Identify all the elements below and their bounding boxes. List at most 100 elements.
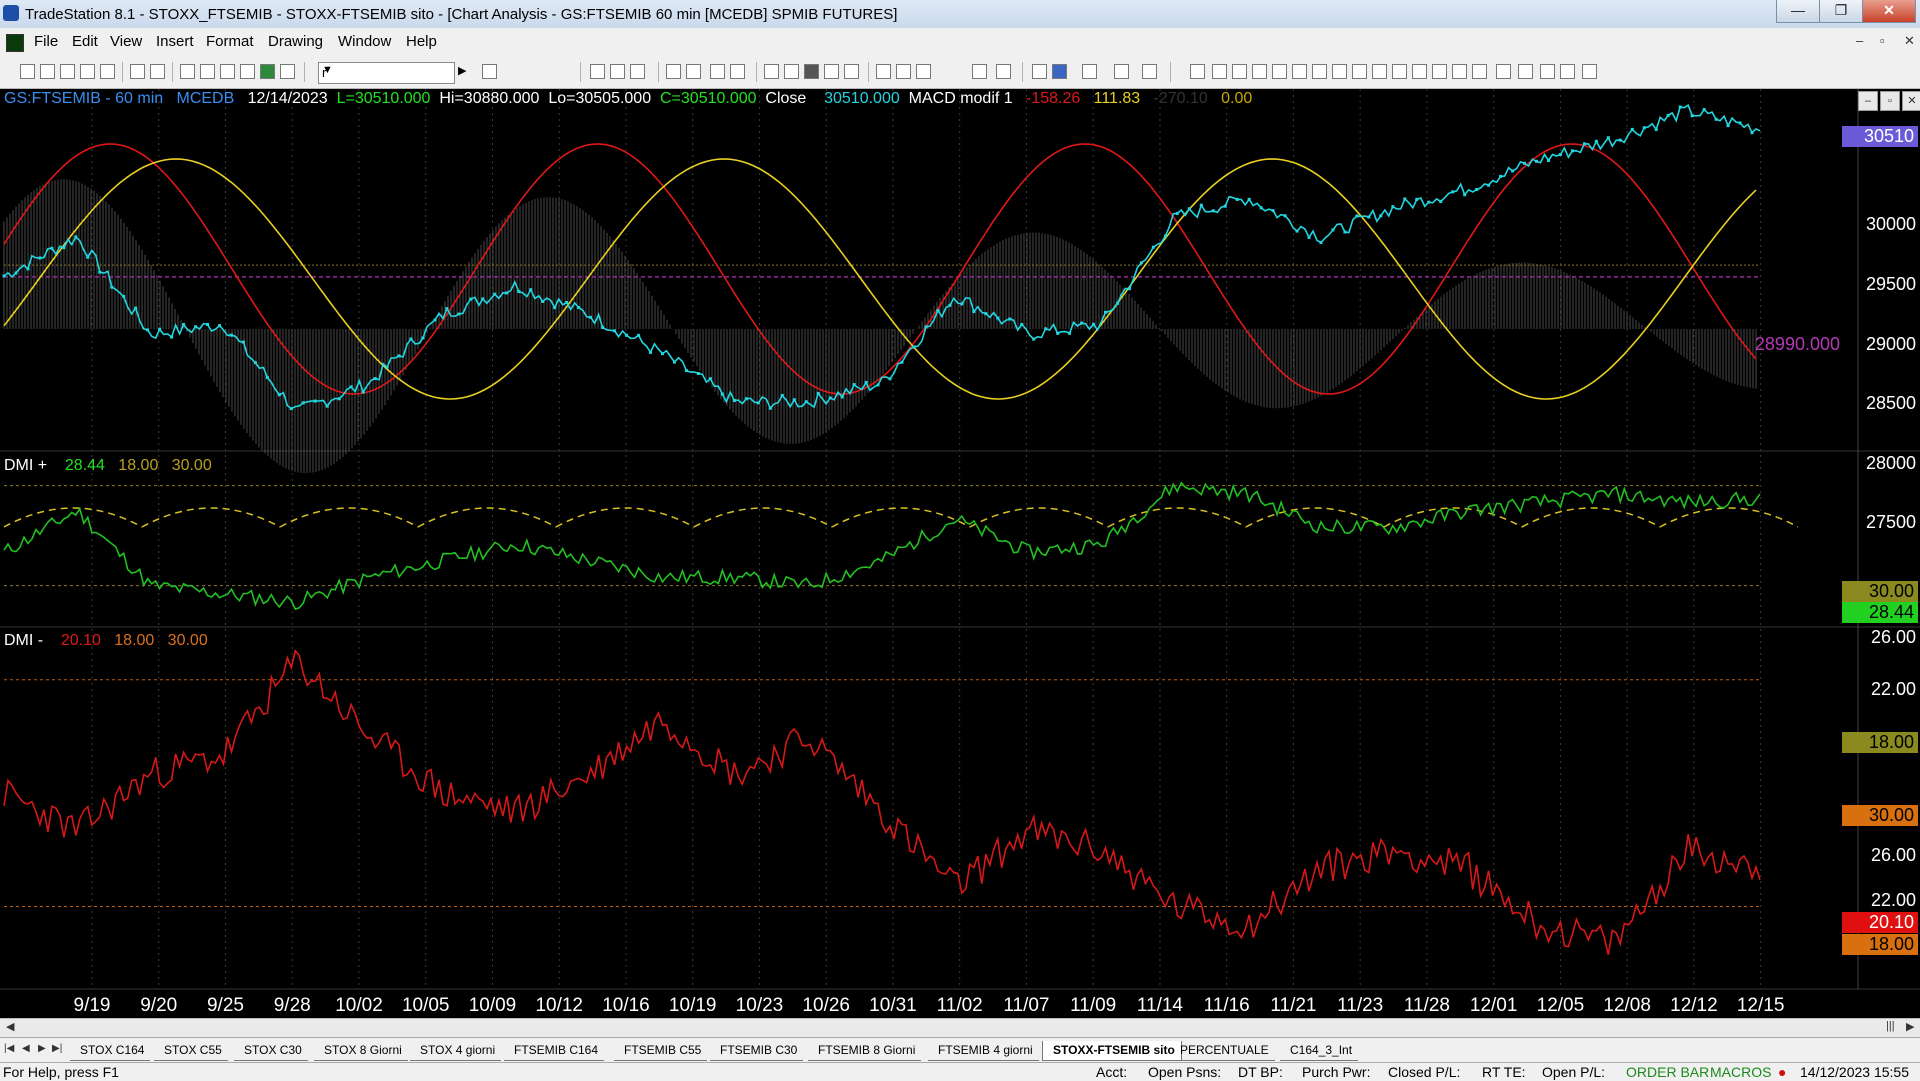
select-icon[interactable] bbox=[1052, 64, 1067, 79]
horizontal-line-icon[interactable] bbox=[1212, 64, 1227, 79]
pen-icon[interactable] bbox=[240, 64, 255, 79]
open-workspace-icon[interactable] bbox=[80, 64, 95, 79]
fibonacci-icon[interactable] bbox=[1232, 64, 1247, 79]
menu-window[interactable]: Window bbox=[338, 33, 391, 50]
window-icon[interactable] bbox=[710, 64, 725, 79]
cut-icon[interactable] bbox=[180, 64, 195, 79]
macros-button[interactable]: MACROS bbox=[1710, 1064, 1771, 1080]
mdi-restore-button[interactable]: ▫ bbox=[1880, 33, 1885, 48]
search-icon[interactable] bbox=[482, 64, 497, 79]
tab-ftsemib-4-giorni[interactable]: FTSEMIB 4 giorni bbox=[928, 1041, 1039, 1061]
maximize-button[interactable]: ❐ bbox=[1819, 0, 1863, 23]
order-bar-button[interactable]: ORDER BAR bbox=[1626, 1064, 1709, 1080]
horizontal-scrollbar[interactable]: ◀ ||| ▶ bbox=[0, 1018, 1920, 1037]
cycle-icon[interactable] bbox=[1372, 64, 1387, 79]
pointer-icon[interactable] bbox=[1032, 64, 1047, 79]
curve-icon[interactable] bbox=[1472, 64, 1487, 79]
rectangle-icon[interactable] bbox=[1560, 64, 1575, 79]
chart-icon[interactable] bbox=[590, 64, 605, 79]
zoom-out-icon[interactable] bbox=[996, 64, 1011, 79]
tab-stoxx-ftsemib-sito[interactable]: STOXX-FTSEMIB sito bbox=[1042, 1041, 1182, 1061]
tab-stox-c30[interactable]: STOX C30 bbox=[234, 1041, 308, 1061]
channel-icon[interactable] bbox=[1252, 64, 1267, 79]
tab-prev-icon[interactable]: ◀ bbox=[22, 1043, 30, 1054]
scroll-right-icon[interactable]: ▶ bbox=[1906, 1020, 1914, 1033]
zoom-in-icon[interactable] bbox=[972, 64, 987, 79]
arrange-icon[interactable] bbox=[730, 64, 745, 79]
chart-analysis[interactable]: GS:FTSEMIB - 60 min MCEDB 12/14/2023 L=3… bbox=[0, 89, 1920, 1019]
new-workspace-icon[interactable] bbox=[40, 64, 55, 79]
strategy-icon[interactable] bbox=[784, 64, 799, 79]
candle-icon[interactable] bbox=[804, 64, 819, 79]
ohlc-icon[interactable] bbox=[844, 64, 859, 79]
freehand-icon[interactable] bbox=[1452, 64, 1467, 79]
trendline-icon[interactable] bbox=[1190, 64, 1205, 79]
parallel-icon[interactable] bbox=[1392, 64, 1407, 79]
regression-icon[interactable] bbox=[1412, 64, 1427, 79]
menu-format[interactable]: Format bbox=[206, 33, 254, 50]
tab-first-icon[interactable]: |◀ bbox=[4, 1043, 14, 1054]
ellipse-icon[interactable] bbox=[1540, 64, 1555, 79]
mdi-close-button[interactable]: ✕ bbox=[1904, 33, 1915, 49]
minimize-button[interactable]: — bbox=[1776, 0, 1820, 23]
mdi-minimize-button[interactable]: – bbox=[1856, 33, 1863, 48]
subwindow-minimize-button[interactable]: – bbox=[1858, 91, 1878, 111]
arrow-left-right-icon[interactable] bbox=[1352, 64, 1367, 79]
tab-ftsemib-c55[interactable]: FTSEMIB C55 bbox=[614, 1041, 708, 1061]
print-icon[interactable] bbox=[150, 64, 165, 79]
tab-ftsemib-c30[interactable]: FTSEMIB C30 bbox=[710, 1041, 804, 1061]
matrix-icon[interactable] bbox=[630, 64, 645, 79]
close-button[interactable]: ✕ bbox=[1862, 0, 1916, 23]
menu-drawing[interactable]: Drawing bbox=[268, 33, 323, 50]
symbol-combo[interactable]: r ▼ bbox=[318, 62, 455, 84]
menu-edit[interactable]: Edit bbox=[72, 33, 98, 50]
tab-stox-4-giorni[interactable]: STOX 4 giorni bbox=[410, 1041, 502, 1061]
speed-lines-icon[interactable] bbox=[1332, 64, 1347, 79]
save-icon[interactable] bbox=[130, 64, 145, 79]
chevron-down-icon[interactable]: ▼ bbox=[322, 64, 450, 76]
portfolio-icon[interactable] bbox=[764, 64, 779, 79]
globe-icon[interactable] bbox=[280, 64, 295, 79]
folder-icon[interactable] bbox=[100, 64, 115, 79]
menu-help[interactable]: Help bbox=[406, 33, 437, 50]
tab-ftsemib-8-giorni[interactable]: FTSEMIB 8 Giorni bbox=[808, 1041, 922, 1061]
bar-icon[interactable] bbox=[824, 64, 839, 79]
text-icon[interactable] bbox=[1582, 64, 1597, 79]
optionstation-icon[interactable] bbox=[686, 64, 701, 79]
tab-stox-c55[interactable]: STOX C55 bbox=[154, 1041, 228, 1061]
export-icon[interactable] bbox=[1114, 64, 1129, 79]
subwindow-close-button[interactable]: ✕ bbox=[1902, 91, 1920, 111]
new-icon[interactable] bbox=[20, 64, 35, 79]
chart-canvas[interactable] bbox=[0, 89, 1920, 1019]
grid-icon[interactable] bbox=[1142, 64, 1157, 79]
tab-percentuale[interactable]: PERCENTUALE bbox=[1170, 1041, 1275, 1061]
subwindow-restore-button[interactable]: ▫ bbox=[1880, 91, 1900, 111]
down-arrow-icon[interactable] bbox=[1496, 64, 1511, 79]
tab-stox-8-giorni[interactable]: STOX 8 Giorni bbox=[314, 1041, 408, 1061]
tab-ftsemib-c164[interactable]: FTSEMIB C164 bbox=[504, 1041, 605, 1061]
menu-file[interactable]: File bbox=[34, 33, 58, 50]
tab-stox-c164[interactable]: STOX C164 bbox=[70, 1041, 151, 1061]
tools-icon[interactable] bbox=[1082, 64, 1097, 79]
up-arrow-icon[interactable] bbox=[1518, 64, 1533, 79]
lock-icon[interactable] bbox=[220, 64, 235, 79]
expand-icon[interactable] bbox=[916, 64, 931, 79]
vertical-lines-icon[interactable] bbox=[1312, 64, 1327, 79]
tab-last-icon[interactable]: ▶| bbox=[52, 1043, 62, 1054]
copy-icon[interactable] bbox=[200, 64, 215, 79]
radar-icon[interactable] bbox=[610, 64, 625, 79]
chart-window-icon[interactable] bbox=[6, 34, 24, 52]
fit-icon[interactable] bbox=[876, 64, 891, 79]
open-icon[interactable] bbox=[60, 64, 75, 79]
tab-c164-3-int[interactable]: C164_3_Int bbox=[1280, 1041, 1359, 1061]
compress-icon[interactable] bbox=[896, 64, 911, 79]
andrews-icon[interactable] bbox=[1292, 64, 1307, 79]
scroll-left-icon[interactable]: ◀ bbox=[6, 1020, 14, 1033]
play-icon[interactable]: ▶ bbox=[458, 64, 473, 79]
scroll-thumb-icon[interactable]: ||| bbox=[1886, 1020, 1895, 1032]
scanner-icon[interactable] bbox=[666, 64, 681, 79]
gann-icon[interactable] bbox=[1272, 64, 1287, 79]
menu-view[interactable]: View bbox=[110, 33, 142, 50]
macro-icon[interactable] bbox=[260, 64, 275, 79]
menu-insert[interactable]: Insert bbox=[156, 33, 194, 50]
